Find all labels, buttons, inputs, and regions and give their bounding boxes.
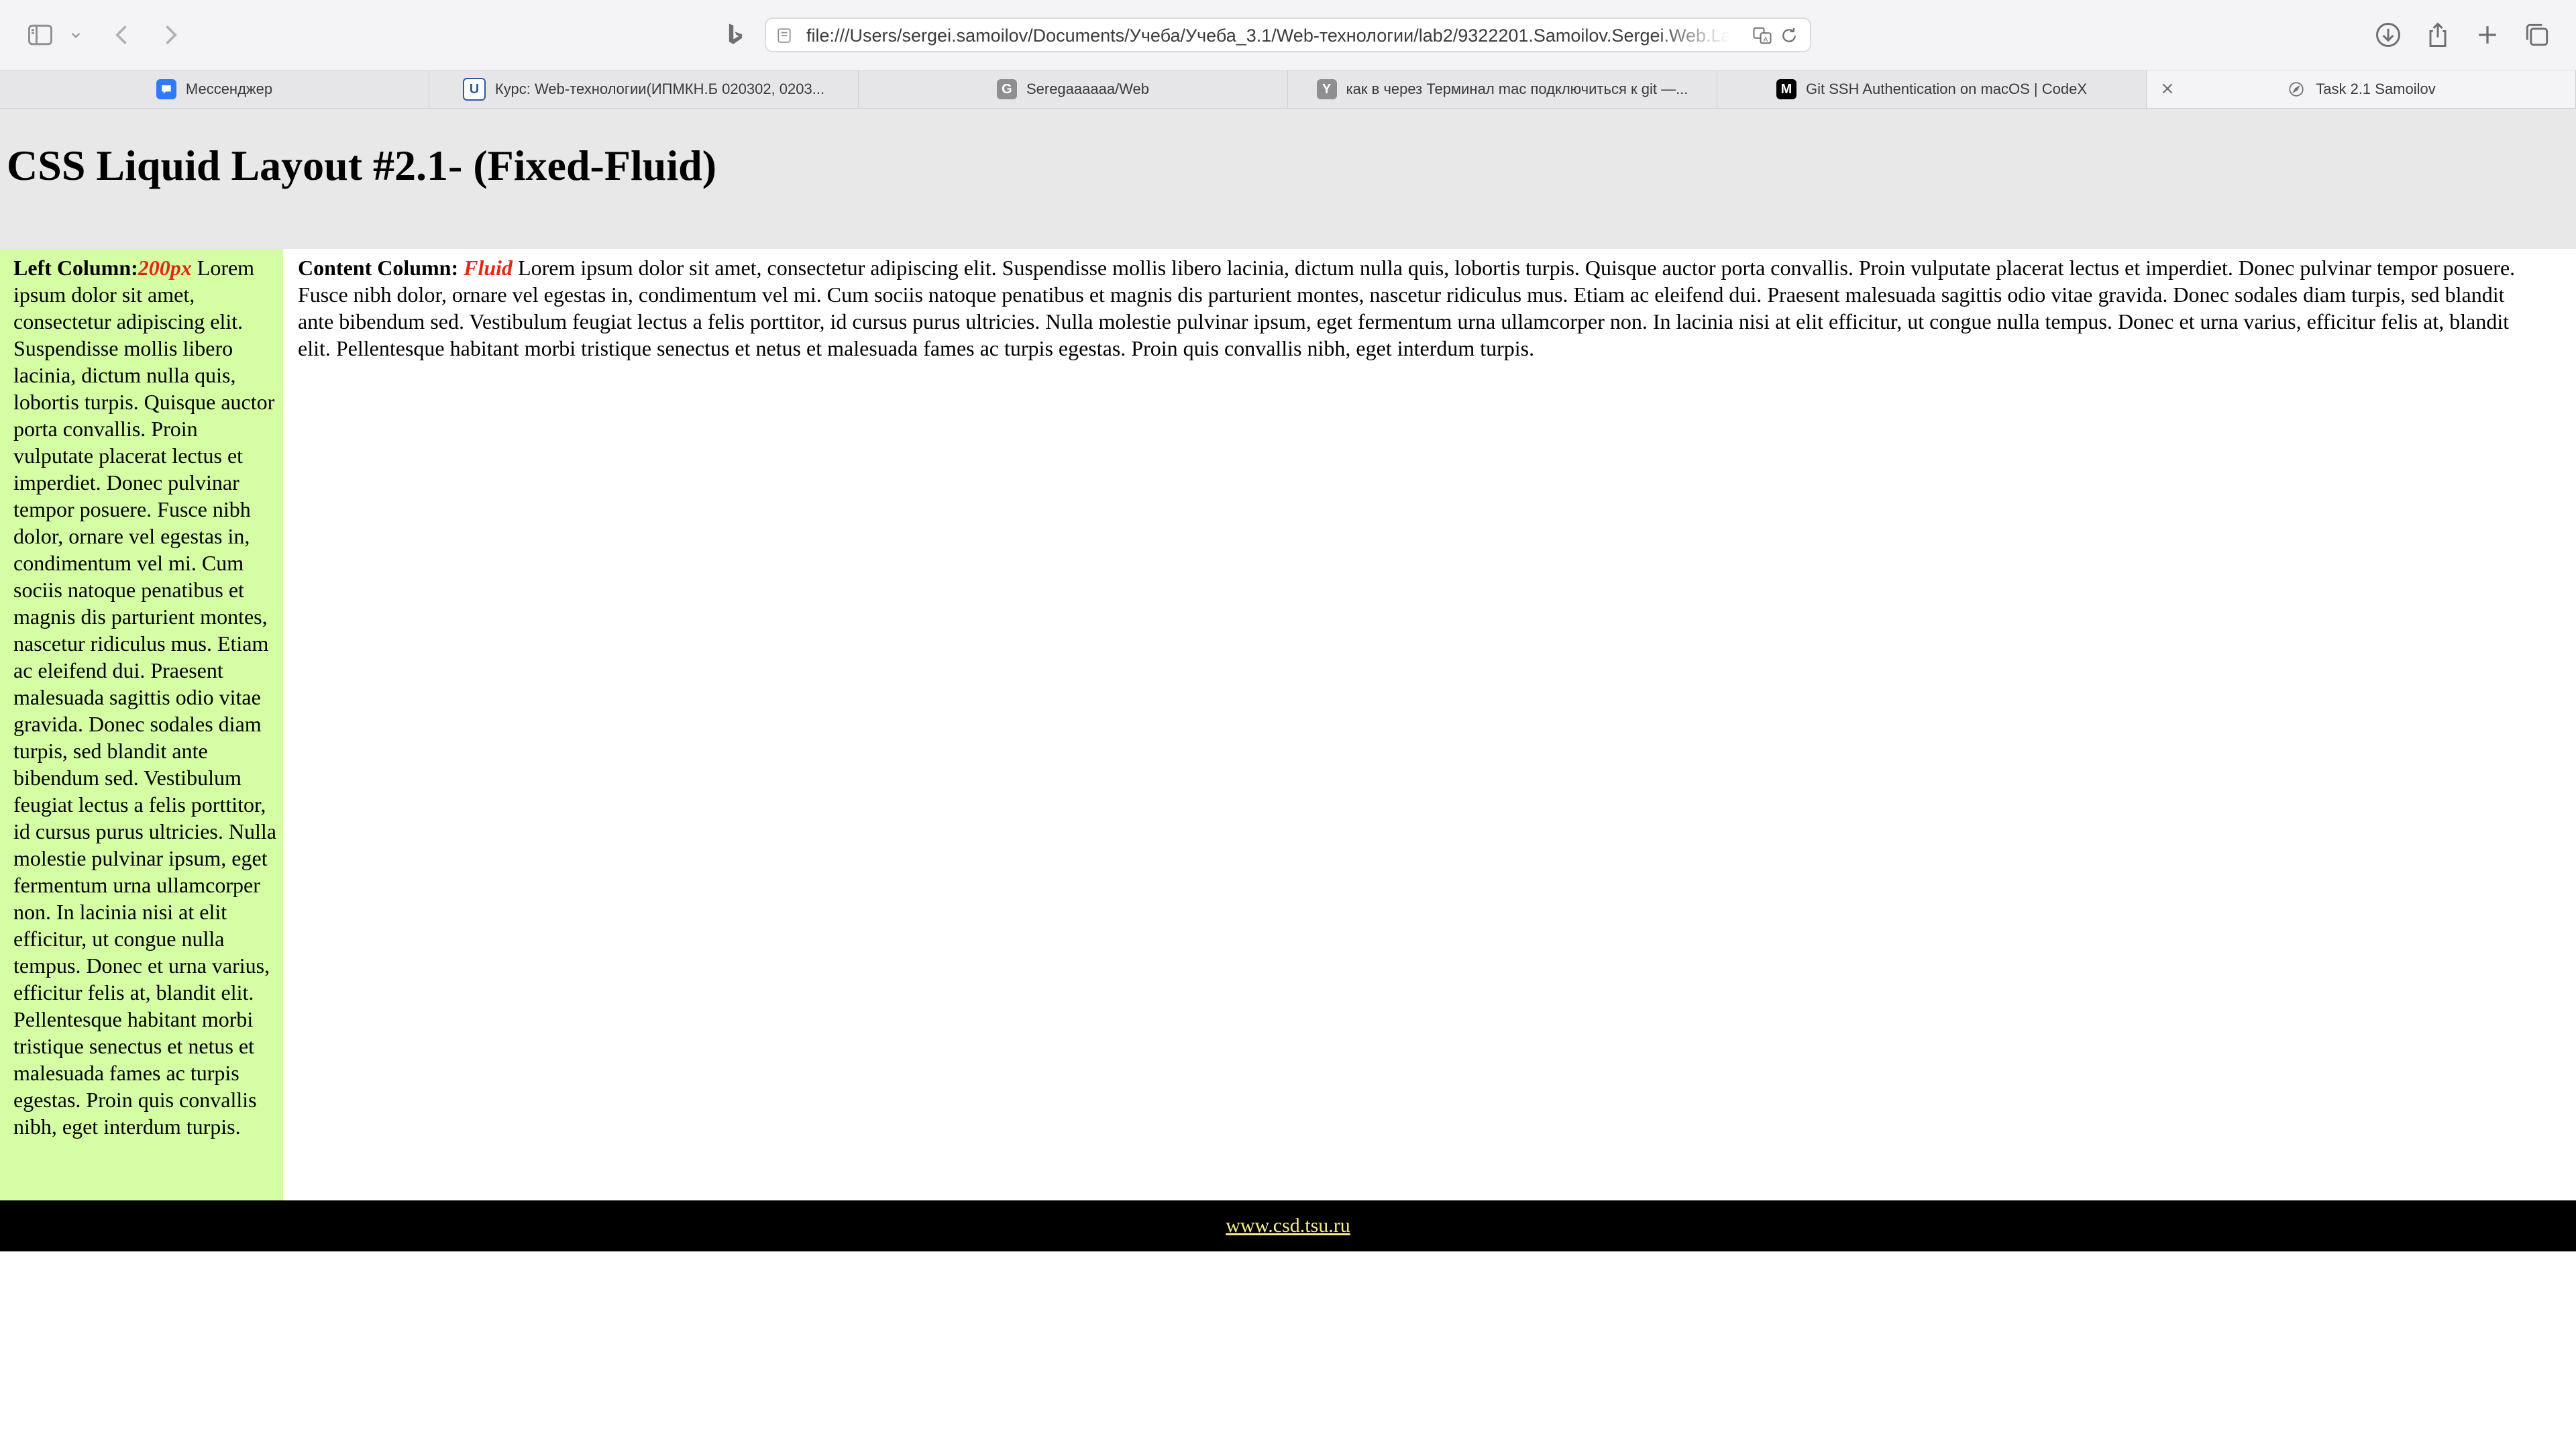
tab-codex[interactable]: M Git SSH Authentication on macOS | Code… [1717,70,2147,108]
tab-label: Task 2.1 Samoilov [2316,81,2436,97]
content-column-text: Lorem ipsum dolor sit amet, consectetur … [298,256,2516,360]
sidebar-toggle-icon[interactable] [25,20,55,50]
g-letter-icon: G [996,79,1017,99]
content-column-accent: Fluid [464,256,513,280]
page-title: CSS Liquid Layout #2.1- (Fixed-Fluid) [7,142,716,189]
chevron-down-icon[interactable] [67,20,85,50]
bing-icon[interactable] [720,20,750,50]
left-column: Left Column:200px Lorem ipsum dolor sit … [0,249,283,1200]
footer-link[interactable]: www.csd.tsu.ru [1226,1214,1350,1237]
content-column-label: Content Column: [298,256,464,280]
back-icon[interactable] [107,20,137,50]
y-letter-icon: Y [1316,79,1337,99]
tab-label: Курс: Web-технологии(ИПМКН.Б 020302, 020… [494,81,825,97]
tab-github[interactable]: G Seregaaaaaa/Web [859,70,1288,108]
tab-overview-icon[interactable] [2522,20,2552,50]
page-header: CSS Liquid Layout #2.1- (Fixed-Fluid) [0,109,2576,249]
tab-task[interactable]: Task 2.1 Samoilov [2147,70,2576,108]
svg-text:A: A [1764,36,1768,44]
medium-icon: M [1776,79,1796,99]
share-icon[interactable] [2423,20,2453,50]
messenger-icon [156,79,176,99]
columns-container: Left Column:200px Lorem ipsum dolor sit … [0,249,2576,1200]
new-tab-icon[interactable] [2473,20,2502,50]
tab-yandex[interactable]: Y как в через Терминал mac подключиться … [1288,70,1717,108]
forward-icon[interactable] [156,20,185,50]
address-bar[interactable]: file:///Users/sergei.samoilov/Documents/… [765,17,1811,52]
translate-icon[interactable]: A [1752,25,1772,46]
university-icon: U [462,78,486,101]
tab-label: Seregaaaaaa/Web [1026,81,1150,97]
content-column: Content Column: Fluid Lorem ipsum dolor … [283,249,2576,1200]
compass-icon [2286,79,2306,99]
left-column-label: Left Column: [13,256,138,280]
web-page: CSS Liquid Layout #2.1- (Fixed-Fluid) Le… [0,109,2576,1251]
download-icon[interactable] [2373,20,2403,50]
url-text[interactable]: file:///Users/sergei.samoilov/Documents/… [806,25,1729,46]
page-footer: www.csd.tsu.ru [0,1200,2576,1251]
close-icon[interactable] [2159,80,2176,97]
left-column-accent: 200px [138,256,192,280]
page-icon [775,27,793,44]
tab-bar: Мессенджер U Курс: Web-технологии(ИПМКН.… [0,70,2576,109]
tab-label: Git SSH Authentication on macOS | CodeX [1805,81,2088,97]
left-column-text: Lorem ipsum dolor sit amet, consectetur … [13,256,276,1139]
browser-toolbar: file:///Users/sergei.samoilov/Documents/… [0,0,2576,70]
tab-course[interactable]: U Курс: Web-технологии(ИПМКН.Б 020302, 0… [429,70,859,108]
reload-icon[interactable] [1779,25,1799,46]
tab-label: как в через Терминал mac подключиться к … [1346,81,1688,97]
tab-label: Мессенджер [185,81,273,97]
tab-messenger[interactable]: Мессенджер [0,70,429,108]
